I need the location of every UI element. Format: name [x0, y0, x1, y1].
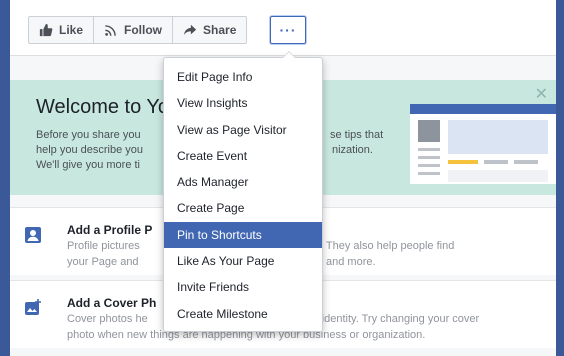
page-frame: Like Follow Share ··· Welcome to Yo Befo…	[10, 0, 556, 356]
menu-item-create-milestone[interactable]: Create Milestone	[164, 301, 322, 327]
share-label: Share	[203, 23, 237, 37]
thumbs-up-icon	[39, 23, 53, 37]
menu-item-invite-friends[interactable]: Invite Friends	[164, 274, 322, 300]
follow-label: Follow	[124, 23, 163, 37]
welcome-line-3: We'll give you more ti	[36, 159, 140, 171]
close-icon[interactable]: ✕	[535, 84, 548, 104]
share-arrow-icon	[183, 24, 197, 36]
menu-item-edit-page-info[interactable]: Edit Page Info	[164, 64, 322, 90]
card-line-1-left: Cover photos he	[67, 313, 148, 325]
profile-picture-icon	[25, 227, 41, 243]
menu-item-create-page[interactable]: Create Page	[164, 195, 322, 221]
like-button[interactable]: Like	[29, 17, 95, 43]
more-options-dropdown: Edit Page Info View Insights View as Pag…	[163, 51, 323, 333]
rss-follow-icon	[105, 25, 116, 36]
welcome-line-2-right: nization.	[332, 144, 373, 156]
follow-button[interactable]: Follow	[94, 17, 174, 43]
menu-item-like-as-your-page[interactable]: Like As Your Page	[164, 248, 322, 274]
cover-photo-icon	[25, 299, 41, 315]
action-button-group: Like Follow Share	[28, 16, 248, 44]
card-title: Add a Cover Ph	[67, 296, 157, 310]
dropdown-menu: Edit Page Info View Insights View as Pag…	[164, 58, 322, 333]
welcome-line-1: Before you share you	[36, 129, 141, 141]
card-title: Add a Profile P	[67, 223, 153, 237]
menu-item-pin-to-shortcuts[interactable]: Pin to Shortcuts	[164, 221, 322, 249]
more-options-button[interactable]: ···	[270, 16, 306, 44]
menu-item-ads-manager[interactable]: Ads Manager	[164, 169, 322, 195]
like-label: Like	[59, 23, 84, 37]
menu-item-view-as-page-visitor[interactable]: View as Page Visitor	[164, 117, 322, 143]
menu-item-create-event[interactable]: Create Event	[164, 143, 322, 169]
welcome-title: Welcome to Yo	[36, 96, 170, 118]
welcome-line-1-right: se tips that	[330, 129, 384, 141]
share-button[interactable]: Share	[173, 17, 246, 43]
menu-item-view-insights[interactable]: View Insights	[164, 90, 322, 116]
card-line-1-right: 's identity. Try changing your cover	[311, 313, 480, 325]
page-preview-illustration	[410, 104, 556, 184]
page-action-bar: Like Follow Share ···	[10, 0, 556, 56]
welcome-line-2: help you describe you	[36, 144, 144, 156]
card-line-2-left: your Page and	[67, 256, 139, 268]
card-line-1-left: Profile pictures	[67, 240, 140, 252]
more-options-icon: ···	[279, 22, 297, 38]
